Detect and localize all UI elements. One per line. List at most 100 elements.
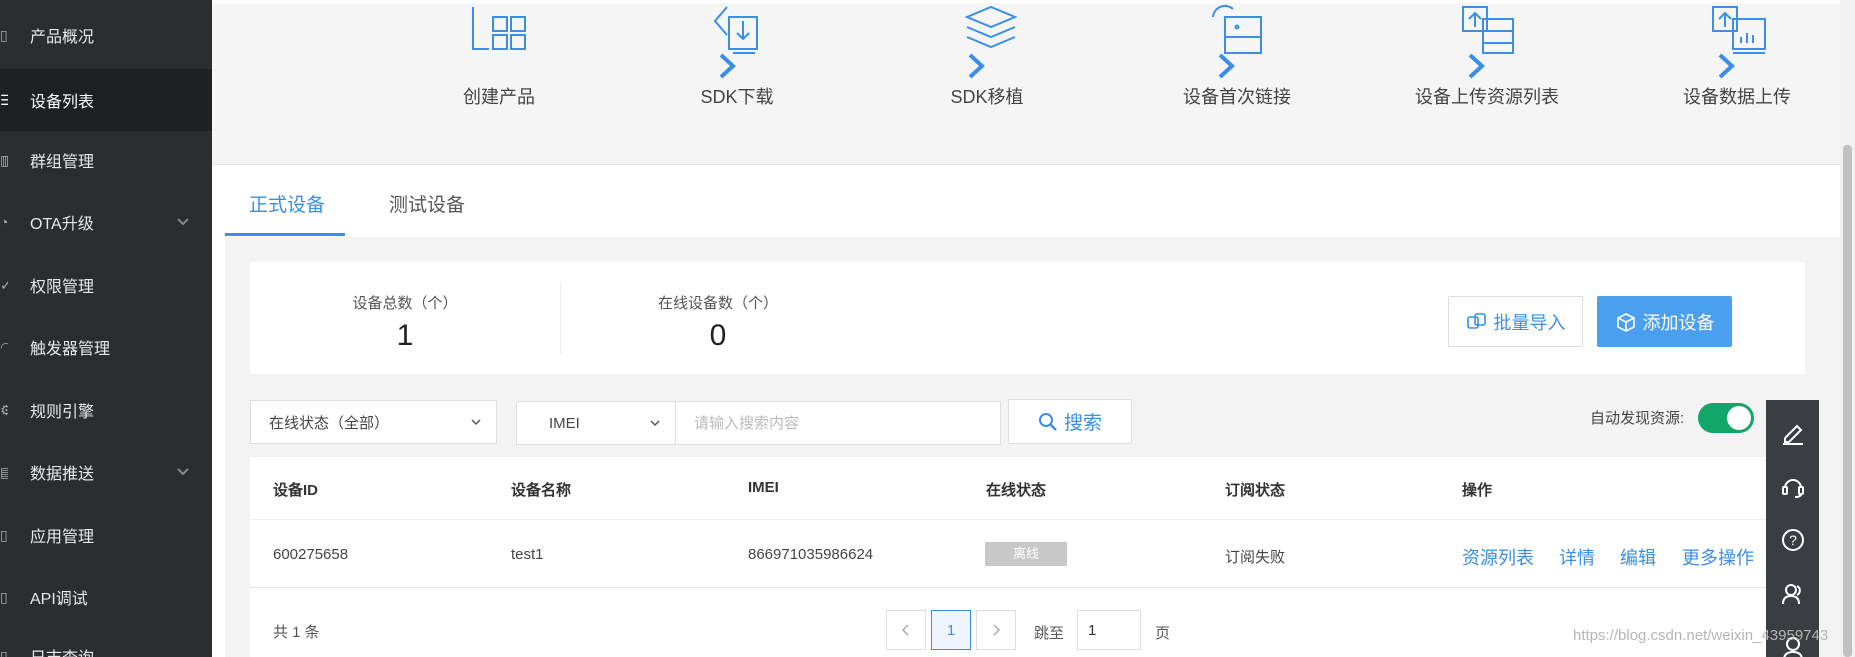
chevron-right-icon: [993, 624, 1001, 636]
permission-icon: ✓: [0, 277, 8, 293]
stat-divider: [560, 282, 561, 354]
headset-icon: [1781, 479, 1804, 498]
jump-to-label: 跳至: [1034, 625, 1065, 642]
prev-page-button[interactable]: [886, 610, 926, 650]
step-create-product[interactable]: 创建产品: [399, 3, 599, 163]
batch-import-label: 批量导入: [1493, 312, 1566, 333]
help-button[interactable]: ?: [1766, 513, 1819, 567]
sidebar-item-label: 产品概况: [30, 29, 95, 46]
sidebar-item-data-push[interactable]: ▤ 数据推送: [0, 441, 212, 503]
community-button[interactable]: [1766, 567, 1819, 621]
cube-icon: [1616, 312, 1635, 332]
total-count: 共 1 条: [273, 624, 320, 641]
sidebar-item-app-management[interactable]: ▯ 应用管理: [0, 504, 212, 566]
group-icon: ▥: [0, 152, 8, 168]
search-icon: [1038, 412, 1057, 431]
sidebar-item-group-management[interactable]: ▥ 群组管理: [0, 129, 212, 191]
chevron-down-icon: [471, 419, 481, 426]
sidebar-item-label: 数据推送: [30, 466, 95, 483]
data-push-icon: ▤: [0, 464, 8, 480]
edit-link[interactable]: 编辑: [1620, 544, 1656, 570]
tab-production-devices[interactable]: 正式设备: [249, 190, 325, 217]
product-overview-icon: ▯: [0, 27, 8, 43]
total-devices-stat: 设备总数（个） 1: [285, 292, 525, 353]
step-label: 设备上传资源列表: [1415, 87, 1559, 107]
details-link[interactable]: 详情: [1559, 544, 1595, 570]
step-device-first-link[interactable]: 设备首次链接: [1137, 3, 1337, 163]
jump-page-input[interactable]: [1077, 610, 1141, 650]
sidebar-item-label: 触发器管理: [30, 341, 111, 358]
resource-list-link[interactable]: 资源列表: [1462, 544, 1534, 570]
sidebar-item-api-debug[interactable]: ▯ API调试: [0, 566, 212, 628]
column-header-operations[interactable]: 操作: [1462, 479, 1492, 500]
watermark: https://blog.csdn.net/weixin_43959743: [1573, 627, 1829, 644]
column-header-imei[interactable]: IMEI: [748, 479, 779, 496]
step-device-data-upload[interactable]: 设备数据上传: [1637, 3, 1837, 163]
sidebar-item-ota-upgrade[interactable]: ◔ OTA升级: [0, 191, 212, 253]
search-field-select[interactable]: IMEI: [516, 401, 676, 445]
add-device-label: 添加设备: [1642, 312, 1715, 333]
scrollbar-thumb[interactable]: [1843, 145, 1852, 657]
feedback-button[interactable]: [1766, 405, 1819, 459]
step-label: 设备数据上传: [1683, 87, 1791, 107]
toggle-knob: [1727, 406, 1751, 430]
api-icon: ▯: [0, 589, 8, 605]
sidebar-item-permissions[interactable]: ✓ 权限管理: [0, 254, 212, 316]
online-devices-stat: 在线设备数（个） 0: [598, 292, 838, 353]
svg-text:?: ?: [1789, 532, 1797, 548]
step-label: SDK移植: [950, 87, 1024, 107]
active-tab-indicator: [225, 233, 345, 236]
sidebar-item-label: API调试: [30, 591, 88, 608]
rule-engine-icon: ⚙: [0, 402, 8, 418]
cell-imei: 866971035986624: [748, 546, 874, 563]
chevron-left-icon: [901, 624, 909, 636]
step-sdk-port[interactable]: SDK移植: [887, 3, 1087, 163]
chevron-down-icon: [177, 218, 189, 226]
chevron-down-icon: [650, 420, 660, 427]
auto-discover-label: 自动发现资源:: [1590, 410, 1685, 427]
sidebar-item-label: OTA升级: [30, 216, 94, 233]
column-header-online-status[interactable]: 在线状态: [986, 479, 1046, 500]
sidebar-item-rule-engine[interactable]: ⚙ 规则引擎: [0, 379, 212, 441]
search-button[interactable]: 搜索: [1008, 399, 1132, 444]
tab-test-devices[interactable]: 测试设备: [389, 190, 465, 217]
cell-subscription: 订阅失败: [1225, 549, 1286, 566]
more-operations-link[interactable]: 更多操作: [1682, 544, 1754, 570]
search-input[interactable]: [675, 401, 1001, 445]
onboarding-steps: 创建产品 SDK下载 SDK移植 设备首次链接 设备上传资源列表 设备数据上传: [212, 3, 1840, 165]
batch-import-button[interactable]: 批量导入: [1448, 296, 1583, 347]
total-devices-value: 1: [396, 319, 414, 352]
sidebar-item-label: 日志查询: [30, 644, 94, 657]
header-divider: [250, 519, 1770, 520]
step-label: 创建产品: [463, 87, 535, 107]
step-sdk-download[interactable]: SDK下载: [637, 3, 837, 163]
auto-discover-toggle[interactable]: [1698, 403, 1754, 433]
sidebar-item-device-list[interactable]: ☰ 设备列表: [0, 69, 212, 131]
cell-device-id: 600275658: [273, 546, 349, 563]
step-device-upload-resources[interactable]: 设备上传资源列表: [1387, 3, 1587, 163]
search-button-label: 搜索: [1063, 413, 1102, 434]
next-page-button[interactable]: [976, 610, 1016, 650]
sidebar: ▯ 产品概况 ☰ 设备列表 ▥ 群组管理 ◔ OTA升级 ✓ 权限管理 ◠ 触发…: [0, 0, 212, 657]
sidebar-item-log-query[interactable]: ▯ 日志查询: [0, 625, 212, 657]
column-header-device-name[interactable]: 设备名称: [511, 479, 571, 500]
sdk-port-icon: [964, 5, 1018, 49]
page-button-current[interactable]: 1: [931, 610, 971, 650]
step-label: SDK下载: [700, 87, 774, 107]
sidebar-item-triggers[interactable]: ◠ 触发器管理: [0, 316, 212, 378]
cell-device-name: test1: [511, 546, 544, 563]
sidebar-item-product-overview[interactable]: ▯ 产品概况: [0, 4, 212, 66]
page-suffix-label: 页: [1155, 625, 1171, 642]
add-device-button[interactable]: 添加设备: [1597, 296, 1732, 347]
support-button[interactable]: [1766, 459, 1819, 513]
online-devices-label: 在线设备数（个）: [657, 295, 778, 312]
column-header-subscription[interactable]: 订阅状态: [1225, 479, 1285, 500]
online-status-select[interactable]: 在线状态（全部）: [250, 400, 497, 444]
users-icon: [1781, 584, 1801, 605]
chevron-down-icon: [177, 468, 189, 476]
row-divider: [250, 587, 1770, 588]
column-header-device-id[interactable]: 设备ID: [273, 479, 318, 500]
app-icon: ▯: [0, 527, 8, 543]
search-field-value: IMEI: [549, 414, 580, 432]
device-upload-resources-icon: [1462, 6, 1514, 54]
